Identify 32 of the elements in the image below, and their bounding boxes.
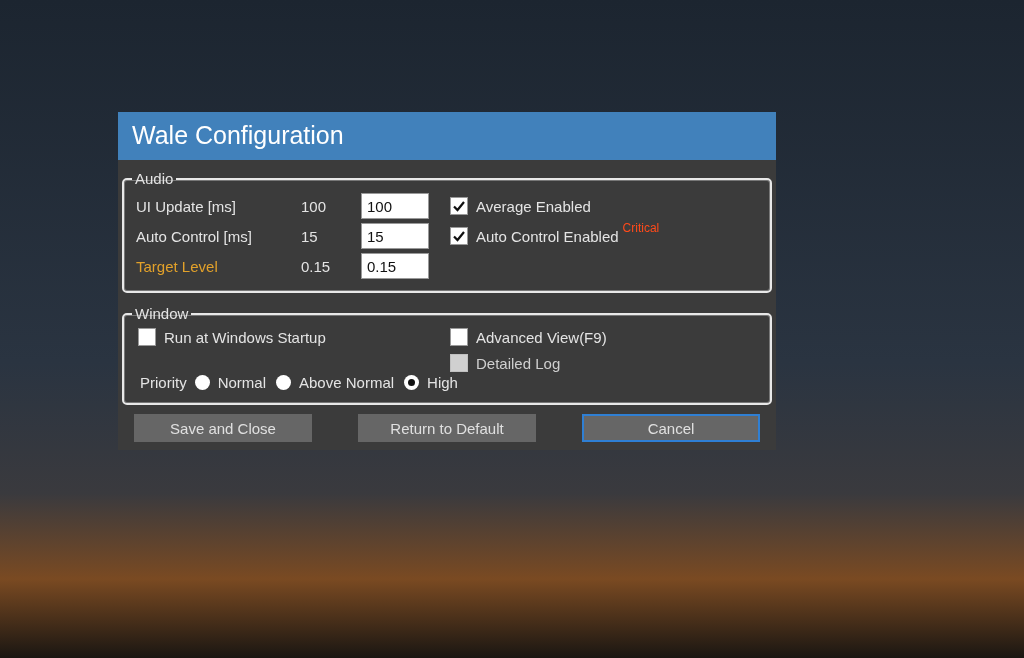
checkbox-label: Auto Control Enabled — [476, 227, 619, 245]
radio-button[interactable] — [194, 375, 210, 390]
current-value: 100 — [301, 197, 328, 215]
checkbox[interactable] — [138, 328, 156, 346]
critical-label: Critical — [622, 221, 660, 235]
checkbox[interactable] — [450, 227, 468, 245]
checkbox-label: Detailed Log — [476, 354, 561, 372]
checkbox-label: Average Enabled — [476, 197, 591, 215]
current-value: 0.15 — [301, 257, 332, 275]
priority-label: Priority — [140, 374, 187, 391]
radio-button[interactable] — [404, 375, 420, 390]
input-field[interactable]: 15 — [361, 223, 429, 249]
radio-label: Above Normal — [299, 374, 395, 391]
current-value: 15 — [301, 227, 319, 245]
group-title: Audio — [134, 170, 175, 187]
dialog-button[interactable]: Return to Default — [358, 414, 536, 442]
setting-label: Auto Control [ms] — [136, 227, 253, 245]
checkbox-label: Run at Windows Startup — [164, 328, 326, 346]
group-title: Window — [134, 305, 190, 322]
checkbox-label: Advanced View(F9) — [476, 328, 607, 346]
dialog-button[interactable]: Save and Close — [134, 414, 312, 442]
setting-label: Target Level — [136, 257, 219, 275]
radio-button[interactable] — [276, 375, 291, 390]
input-field[interactable]: 100 — [361, 193, 429, 219]
window-title: Wale Configuration — [118, 112, 776, 160]
radio-label: High — [427, 374, 458, 391]
input-field[interactable]: 0.15 — [361, 253, 429, 279]
checkbox[interactable] — [450, 328, 468, 346]
dialog-button[interactable]: Cancel — [582, 414, 760, 442]
checkbox[interactable] — [450, 197, 468, 215]
setting-label: UI Update [ms] — [136, 197, 238, 215]
radio-label: Normal — [217, 374, 266, 391]
